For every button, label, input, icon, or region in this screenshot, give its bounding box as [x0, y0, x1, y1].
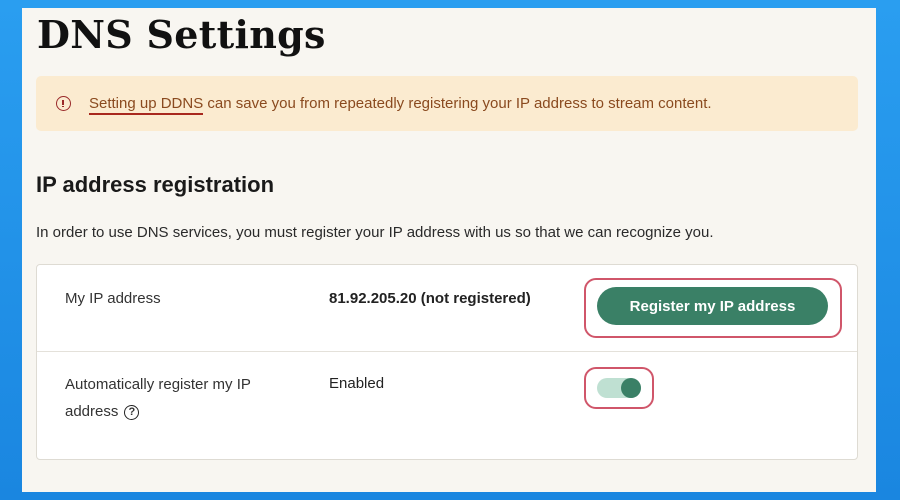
dns-settings-panel: DNS Settings Setting up DDNS can save yo… — [22, 8, 876, 492]
auto-register-label-text: Automatically register my IP address — [65, 376, 251, 420]
notice-message: can save you from repeatedly registering… — [203, 95, 712, 112]
register-ip-button[interactable]: Register my IP address — [597, 287, 828, 325]
auto-register-toggle[interactable] — [597, 378, 641, 398]
ip-registration-card: My IP address 81.92.205.20 (not register… — [36, 264, 858, 460]
ip-address-label: My IP address — [65, 290, 161, 307]
section-description: In order to use DNS services, you must r… — [36, 224, 714, 241]
notice-text: Setting up DDNS can save you from repeat… — [89, 95, 712, 115]
toggle-knob — [621, 378, 641, 398]
setup-ddns-link[interactable]: Setting up DDNS — [89, 95, 204, 115]
ip-address-row: My IP address 81.92.205.20 (not register… — [37, 265, 857, 352]
page-title: DNS Settings — [37, 12, 326, 57]
help-icon[interactable]: ? — [124, 404, 140, 420]
auto-register-status: Enabled — [329, 375, 385, 392]
ddns-notice-banner: Setting up DDNS can save you from repeat… — [36, 76, 858, 131]
alert-circle-icon — [56, 96, 71, 111]
ip-address-value: 81.92.205.20 (not registered) — [329, 290, 531, 307]
auto-register-row: Automatically register my IP address? En… — [37, 351, 857, 461]
auto-register-label: Automatically register my IP address? — [65, 371, 285, 425]
section-title: IP address registration — [36, 172, 275, 197]
